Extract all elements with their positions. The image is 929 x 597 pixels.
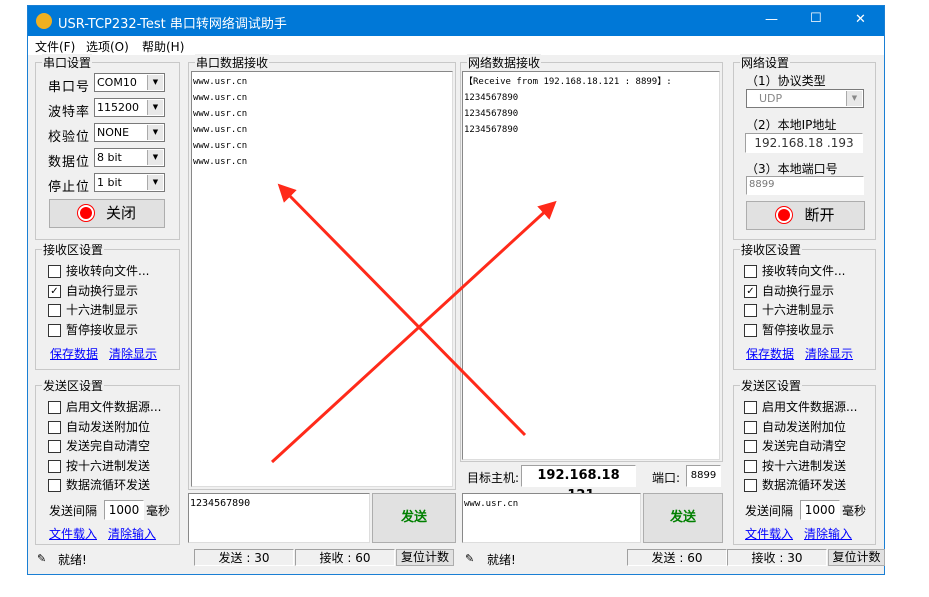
annotation-arrow	[270, 200, 557, 464]
annotation-arrow	[277, 183, 527, 437]
annotation-cross	[270, 183, 557, 464]
